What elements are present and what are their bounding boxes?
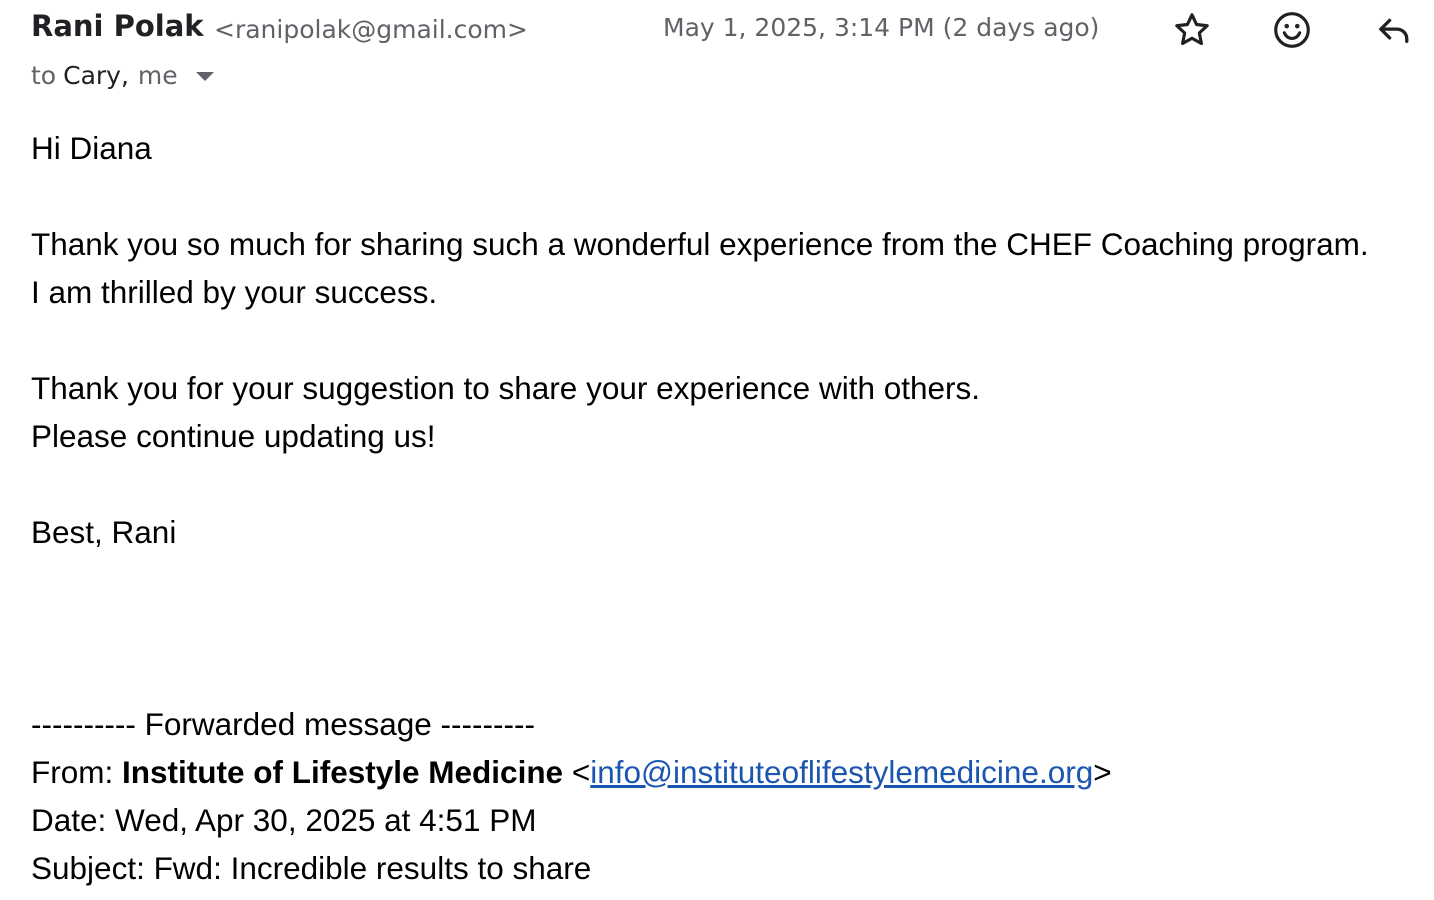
forwarded-subject-line: Subject: Fwd: Incredible results to shar… <box>31 850 592 886</box>
body-paragraph-2-line-2: Please continue updating us! <box>31 418 436 454</box>
forwarded-divider: ---------- Forwarded message --------- <box>31 706 535 742</box>
body-paragraph-1-line-1: Thank you so much for sharing such a won… <box>31 226 1369 262</box>
recipients-line: to Cary, me <box>31 56 214 96</box>
body-paragraph-2-line-1: Thank you for your suggestion to share y… <box>31 370 981 406</box>
reply-button[interactable] <box>1372 8 1416 52</box>
signoff: Best, Rani <box>31 514 177 550</box>
message-body: Hi Diana Thank you so much for sharing s… <box>31 124 1421 892</box>
star-icon <box>1175 13 1209 46</box>
forwarded-from-name: Institute of Lifestyle Medicine <box>122 754 564 790</box>
smiley-icon <box>1274 12 1310 48</box>
forwarded-from-label: From: <box>31 754 114 790</box>
star-button[interactable] <box>1170 8 1214 52</box>
chevron-down-icon[interactable] <box>195 71 214 81</box>
message-header: Rani Polak <ranipolak@gmail.com> May 1, … <box>31 4 1421 104</box>
message-date: May 1, 2025, 3:14 PM (2 days ago) <box>663 13 1100 42</box>
sender-email: <ranipolak@gmail.com> <box>214 15 528 44</box>
greeting: Hi Diana <box>31 130 152 166</box>
forwarded-from-email-link[interactable]: info@instituteoflifestylemedicine.org <box>590 754 1093 790</box>
body-paragraph-1-line-2: I am thrilled by your success. <box>31 274 438 310</box>
email-open-bracket: < <box>571 754 591 790</box>
forwarded-date-line: Date: Wed, Apr 30, 2025 at 4:51 PM <box>31 802 537 838</box>
forwarded-from-line: From: Institute of Lifestyle Medicine <i… <box>31 748 1421 796</box>
recipient-cary: Cary, <box>63 61 129 90</box>
sender-name[interactable]: Rani Polak <box>31 4 204 48</box>
to-label: to <box>31 61 57 90</box>
add-reaction-button[interactable] <box>1270 8 1314 52</box>
recipient-me: me <box>137 61 178 90</box>
email-close-bracket: > <box>1093 754 1112 790</box>
reply-icon <box>1379 18 1409 44</box>
